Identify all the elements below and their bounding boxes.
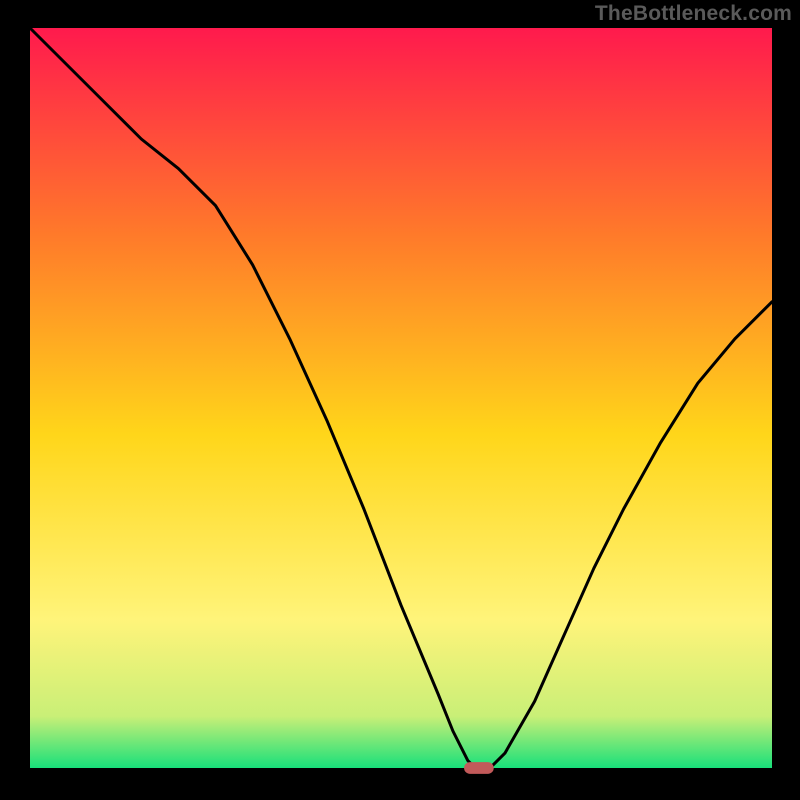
bottleneck-chart [0,0,800,800]
optimum-marker [464,762,494,774]
watermark-text: TheBottleneck.com [595,2,792,26]
